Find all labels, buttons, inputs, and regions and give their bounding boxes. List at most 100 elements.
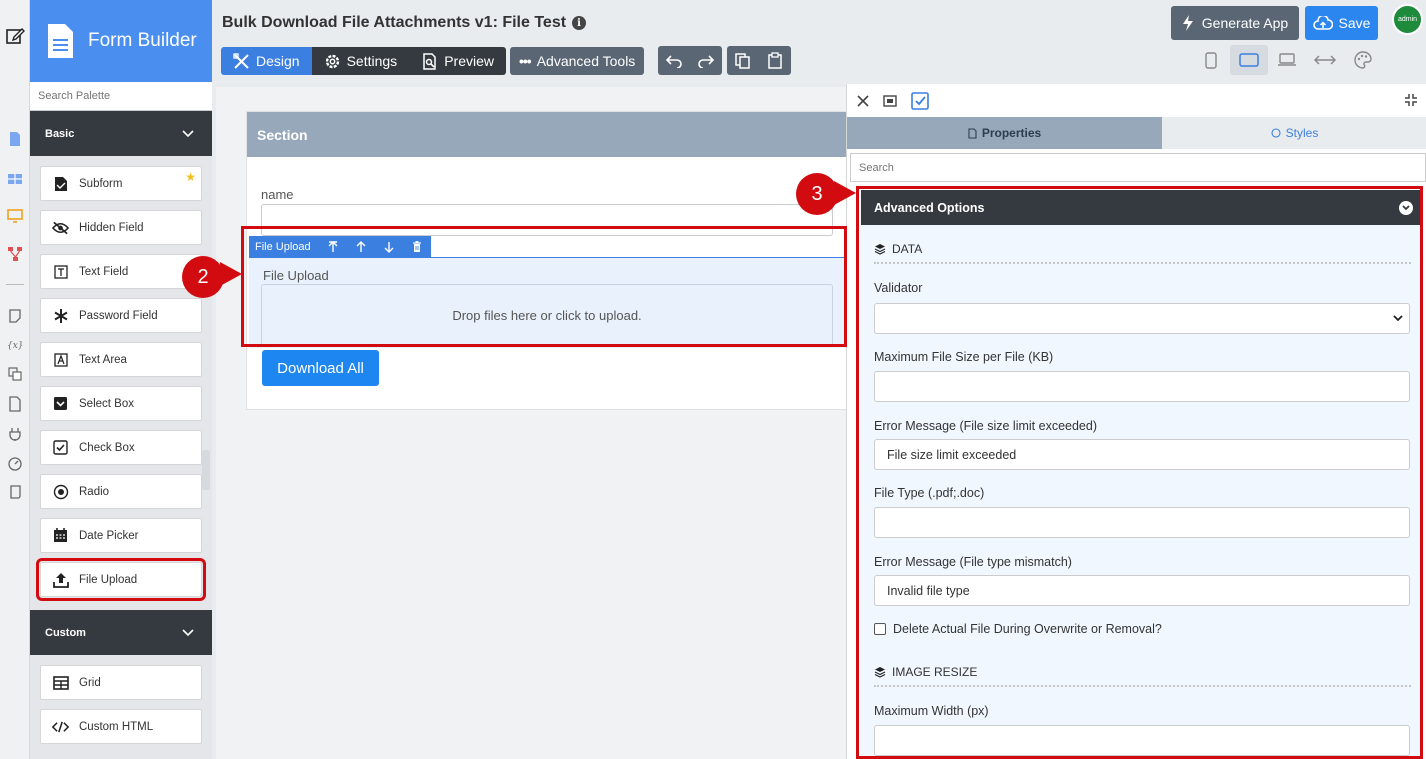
paste-button[interactable]	[759, 46, 791, 75]
undo-button[interactable]	[658, 46, 690, 75]
close-icon[interactable]	[857, 94, 869, 107]
tab-styles-label: Styles	[1285, 126, 1319, 140]
device-phone-button[interactable]	[1192, 45, 1230, 75]
window-icon[interactable]	[883, 94, 897, 107]
flow-icon[interactable]	[7, 246, 23, 262]
asterisk-icon	[52, 307, 69, 324]
name-field-label: name	[261, 187, 294, 202]
edit-icon[interactable]	[5, 26, 25, 46]
device-laptop-button[interactable]	[1268, 45, 1306, 75]
device-full-width-button[interactable]	[1306, 45, 1344, 75]
device-tablet-button[interactable]	[1230, 45, 1268, 75]
palette-item-hidden-field[interactable]: Hidden Field	[40, 210, 202, 245]
dashboard-icon[interactable]	[7, 455, 23, 471]
category-basic[interactable]: Basic	[30, 111, 212, 156]
check-box-icon	[52, 439, 69, 456]
palette-item-subform[interactable]: Subform ★	[40, 166, 202, 201]
callout-number: 3	[811, 182, 823, 205]
cloud-upload-icon	[1312, 15, 1333, 30]
variable-icon[interactable]: {x}	[7, 336, 23, 352]
palette-item-label: Grid	[79, 676, 101, 689]
copy-icon	[735, 52, 750, 69]
note-icon[interactable]	[7, 308, 23, 324]
category-custom[interactable]: Custom	[30, 610, 212, 655]
form-icon[interactable]	[7, 131, 23, 147]
palette-item-date-picker[interactable]: Date Picker	[40, 518, 202, 553]
file-text-icon	[968, 127, 977, 139]
category-label: Custom	[45, 626, 86, 639]
form-canvas: Section name File Upload File Upload Dro…	[216, 87, 849, 759]
palette-icon	[1271, 128, 1281, 138]
category-label: Basic	[45, 127, 75, 140]
palette-search-input[interactable]	[30, 82, 212, 111]
undo-redo-group	[658, 46, 722, 75]
eye-slash-icon	[52, 219, 69, 236]
section-header[interactable]: Section	[247, 112, 847, 157]
callout-step-2: 2	[182, 256, 224, 298]
save-button[interactable]: Save	[1305, 6, 1378, 40]
form-builder-logo-icon	[48, 24, 73, 58]
callout-number: 2	[197, 265, 209, 288]
palette-collapse-handle[interactable]	[202, 450, 210, 490]
rail-divider	[6, 284, 24, 285]
palette-item-check-box[interactable]: Check Box	[40, 430, 202, 465]
tab-properties[interactable]: Properties	[847, 117, 1162, 149]
info-icon[interactable]: i	[572, 16, 587, 30]
select-box-icon	[52, 395, 69, 412]
lightning-icon	[1182, 15, 1193, 31]
settings-button[interactable]: Settings	[311, 47, 410, 75]
translate-icon[interactable]	[7, 366, 23, 382]
generate-app-button[interactable]: Generate App	[1171, 6, 1299, 40]
tab-styles[interactable]: Styles	[1162, 117, 1426, 149]
copy-paste-group	[727, 46, 791, 75]
palette-item-text-area[interactable]: Text Area	[40, 342, 202, 377]
palette-item-text-field[interactable]: Text Field	[40, 254, 202, 289]
palette-item-label: Custom HTML	[79, 720, 154, 733]
text-field-icon	[52, 263, 69, 280]
mode-button-group: Design Settings Preview	[221, 47, 506, 75]
palette-item-custom-html[interactable]: Custom HTML	[40, 709, 202, 744]
palette-item-label: Text Area	[79, 353, 127, 366]
settings-label: Settings	[346, 53, 398, 69]
document-icon[interactable]	[7, 396, 23, 412]
upload-icon	[52, 571, 69, 588]
plugin-icon[interactable]	[7, 426, 23, 442]
properties-search-input[interactable]	[850, 153, 1426, 182]
copy-button[interactable]	[727, 46, 759, 75]
check-square-icon[interactable]	[911, 91, 929, 110]
ellipsis-icon: •••	[519, 53, 532, 69]
phone-icon	[1205, 51, 1217, 69]
compress-icon[interactable]	[1404, 93, 1418, 107]
monitor-icon[interactable]	[7, 208, 23, 224]
palette-item-grid[interactable]: Grid	[40, 665, 202, 700]
device-preview-group	[1192, 45, 1382, 75]
palette-item-label: Subform	[79, 177, 123, 190]
preview-button[interactable]: Preview	[409, 47, 506, 75]
download-all-button[interactable]: Download All	[262, 350, 379, 386]
left-icon-rail: {x}	[0, 0, 30, 759]
user-avatar[interactable]: admin	[1392, 4, 1423, 35]
palette-item-label: Check Box	[79, 441, 135, 454]
paste-icon	[768, 52, 782, 69]
palette-item-select-box[interactable]: Select Box	[40, 386, 202, 421]
palette-item-radio[interactable]: Radio	[40, 474, 202, 509]
redo-button[interactable]	[690, 46, 722, 75]
preview-label: Preview	[444, 53, 494, 69]
advanced-tools-button[interactable]: ••• Advanced Tools	[510, 47, 645, 75]
highlight-box-advanced-options	[856, 186, 1423, 759]
tab-properties-label: Properties	[981, 126, 1042, 140]
properties-topbar	[847, 84, 1426, 117]
table-icon[interactable]	[7, 171, 23, 187]
palette-item-file-upload[interactable]: File Upload	[36, 558, 206, 601]
form-title-text: Bulk Download File Attachments v1: File …	[222, 14, 567, 31]
brand-title: Form Builder	[88, 30, 197, 51]
palette-item-label: File Upload	[79, 573, 138, 586]
script-icon[interactable]	[7, 484, 23, 500]
section-title: Section	[257, 126, 308, 143]
callout-step-3: 3	[796, 173, 838, 215]
highlight-box-file-upload-component	[241, 226, 847, 347]
theme-palette-button[interactable]	[1344, 45, 1382, 75]
design-button[interactable]: Design	[221, 47, 312, 75]
undo-icon	[665, 54, 682, 68]
palette-item-password-field[interactable]: Password Field	[40, 298, 202, 333]
